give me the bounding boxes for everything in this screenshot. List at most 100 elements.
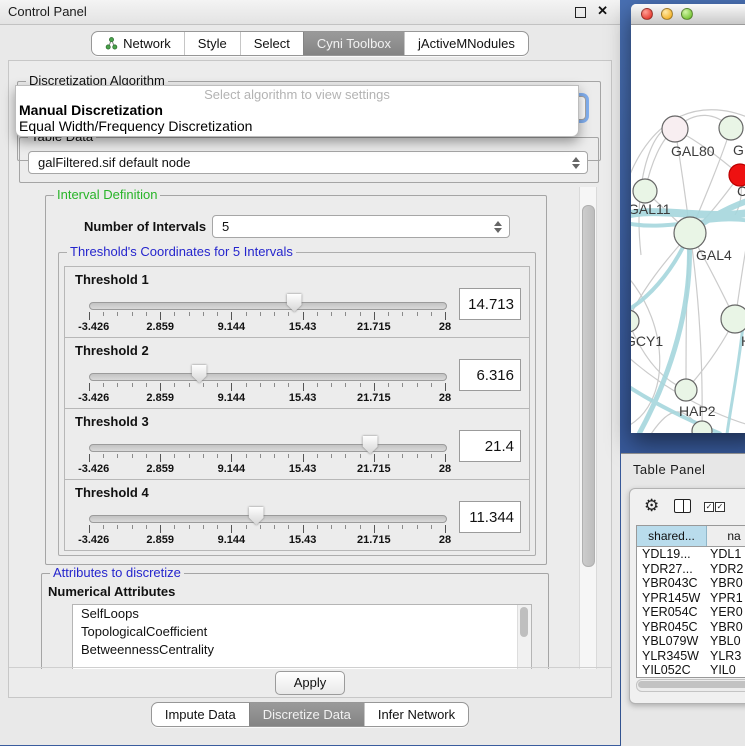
- dropdown-option-manual[interactable]: Manual Discretization: [16, 102, 578, 118]
- attribute-list-item[interactable]: BetweennessCentrality: [73, 641, 531, 659]
- slider-ticks: [89, 525, 445, 533]
- tab-infer-network[interactable]: Infer Network: [364, 703, 468, 726]
- select-all-checkbox-icon[interactable]: ✓: [704, 502, 714, 512]
- table-data-group: Table Data galFiltered.sif default node: [19, 137, 599, 183]
- list-scrollbar[interactable]: [517, 605, 531, 669]
- table-data-combobox[interactable]: galFiltered.sif default node: [28, 151, 588, 174]
- network-view-window: GAL80 G C GAL11 GAL4 GCY1 H HAP2: [631, 4, 745, 433]
- algorithm-dropdown-popup: Select algorithm to view settings Manual…: [15, 85, 579, 137]
- table-panel-dock: Table Panel ⚙ ✓ ✓ shared... na YDL19...Y…: [621, 453, 745, 746]
- table-header: shared... na: [637, 526, 745, 547]
- minimize-traffic-light-icon[interactable]: [661, 8, 673, 20]
- node: [675, 379, 697, 401]
- bottom-tab-bar: Impute Data Discretize Data Infer Networ…: [0, 702, 620, 727]
- svg-text:GAL80: GAL80: [671, 143, 715, 159]
- threshold-4-slider[interactable]: [89, 515, 447, 523]
- threshold-label: Threshold 4: [75, 485, 149, 500]
- table-horizontal-scrollbar[interactable]: [636, 679, 745, 692]
- cyni-toolbox-panel: Discretization Algorithm Select algorith…: [8, 60, 612, 698]
- attr-list-items: SelfLoopsTopologicalCoefficientBetweenne…: [73, 605, 531, 659]
- top-tab-bar: Network Style Select Cyni Toolbox jActiv…: [0, 31, 620, 56]
- attribute-list-item[interactable]: TopologicalCoefficient: [73, 623, 531, 641]
- tab-discretize-data[interactable]: Discretize Data: [249, 703, 364, 726]
- network-window-titlebar: [631, 4, 745, 25]
- threshold-1-panel: Threshold 1 -3.4262.8599.14415.4321.7152…: [64, 266, 530, 338]
- num-intervals-combobox[interactable]: 5: [212, 215, 510, 238]
- threshold-2-slider[interactable]: [89, 373, 447, 381]
- network-icon: [105, 37, 118, 50]
- threshold-2-value-field[interactable]: 6.316: [459, 359, 521, 391]
- svg-text:HAP2: HAP2: [679, 403, 716, 419]
- panel-title: Control Panel: [8, 4, 87, 19]
- slider-ticks: [89, 454, 445, 462]
- table-row[interactable]: YBR045CYBR0: [637, 620, 745, 635]
- group-label: Threshold's Coordinates for 5 Intervals: [67, 245, 296, 259]
- numerical-attributes-list[interactable]: SelfLoopsTopologicalCoefficientBetweenne…: [72, 604, 532, 669]
- table-window: ⚙ ✓ ✓ shared... na YDL19...YDL1YDR27...Y…: [629, 488, 745, 704]
- table-row[interactable]: YER054CYER0: [637, 605, 745, 620]
- float-window-icon[interactable]: [575, 7, 586, 18]
- slider-thumb[interactable]: [363, 436, 378, 454]
- threshold-2-panel: Threshold 2 -3.4262.8599.14415.4321.7152…: [64, 337, 530, 409]
- threshold-1-value-field[interactable]: 14.713: [459, 288, 521, 320]
- column-header-shared-name[interactable]: shared...: [637, 526, 707, 546]
- tab-select[interactable]: Select: [240, 32, 303, 55]
- slider-tick-labels: -3.4262.8599.14415.4321.71528: [89, 392, 445, 404]
- network-canvas[interactable]: GAL80 G C GAL11 GAL4 GCY1 H HAP2: [631, 25, 745, 433]
- node: [631, 310, 639, 332]
- table-row[interactable]: YIL052CYIL0: [637, 663, 745, 678]
- svg-text:C: C: [737, 183, 745, 199]
- threshold-3-value-field[interactable]: 21.4: [459, 430, 521, 462]
- slider-tick-labels: -3.4262.8599.14415.4321.71528: [89, 463, 445, 475]
- combo-stepper-icon: [571, 152, 581, 173]
- tab-cyni-toolbox[interactable]: Cyni Toolbox: [303, 32, 404, 55]
- zoom-traffic-light-icon[interactable]: [681, 8, 693, 20]
- table-row[interactable]: YDR27...YDR2: [637, 562, 745, 577]
- tab-jactivemnodules[interactable]: jActiveMNodules: [404, 32, 528, 55]
- apply-button[interactable]: Apply: [275, 671, 345, 695]
- group-label: Attributes to discretize: [50, 566, 184, 580]
- node: [719, 116, 743, 140]
- interval-definition-group: Interval Definition Number of Intervals …: [45, 195, 547, 565]
- threshold-4-panel: Threshold 4 -3.4262.8599.14415.4321.7152…: [64, 479, 530, 551]
- combo-stepper-icon: [493, 216, 503, 237]
- node: [633, 179, 657, 203]
- numerical-attributes-label: Numerical Attributes: [48, 584, 175, 599]
- close-traffic-light-icon[interactable]: [641, 8, 653, 20]
- svg-text:GCY1: GCY1: [631, 333, 663, 349]
- columns-icon[interactable]: [674, 499, 691, 513]
- settings-scrollbar[interactable]: [579, 187, 597, 669]
- table-row[interactable]: YBL079WYBL0: [637, 634, 745, 649]
- slider-thumb[interactable]: [249, 507, 264, 525]
- table-row[interactable]: YLR345WYLR3: [637, 649, 745, 664]
- control-panel-titlebar: Control Panel ✕: [0, 0, 620, 25]
- slider-thumb[interactable]: [287, 294, 302, 312]
- threshold-label: Threshold 2: [75, 343, 149, 358]
- svg-text:GAL4: GAL4: [696, 247, 732, 263]
- threshold-4-value-field[interactable]: 11.344: [459, 501, 521, 533]
- select-none-checkbox-icon[interactable]: ✓: [715, 502, 725, 512]
- threshold-3-slider[interactable]: [89, 444, 447, 452]
- close-icon[interactable]: ✕: [597, 3, 608, 19]
- slider-thumb[interactable]: [192, 365, 207, 383]
- gear-icon[interactable]: ⚙: [644, 496, 659, 516]
- dropdown-option-equal-width[interactable]: Equal Width/Frequency Discretization: [16, 118, 578, 134]
- threshold-label: Threshold 1: [75, 272, 149, 287]
- slider-ticks: [89, 383, 445, 391]
- tab-style[interactable]: Style: [184, 32, 240, 55]
- table-row[interactable]: YPR145WYPR1: [637, 591, 745, 606]
- threshold-label: Threshold 3: [75, 414, 149, 429]
- table-row[interactable]: YDL19...YDL1: [637, 547, 745, 562]
- table-row[interactable]: YBR043CYBR0: [637, 576, 745, 591]
- column-header-name[interactable]: na: [707, 526, 745, 546]
- num-intervals-label: Number of Intervals: [84, 219, 206, 234]
- attribute-list-item[interactable]: SelfLoops: [73, 605, 531, 623]
- table-body: YDL19...YDL1YDR27...YDR2YBR043CYBR0YPR14…: [637, 547, 745, 678]
- threshold-1-slider[interactable]: [89, 302, 447, 310]
- group-label: Interval Definition: [54, 188, 160, 202]
- tab-network[interactable]: Network: [92, 32, 184, 55]
- attributes-group: Attributes to discretize Numerical Attri…: [41, 573, 549, 669]
- thresholds-group: Threshold's Coordinates for 5 Intervals …: [58, 252, 536, 556]
- tab-impute-data[interactable]: Impute Data: [152, 703, 249, 726]
- node: [662, 116, 688, 142]
